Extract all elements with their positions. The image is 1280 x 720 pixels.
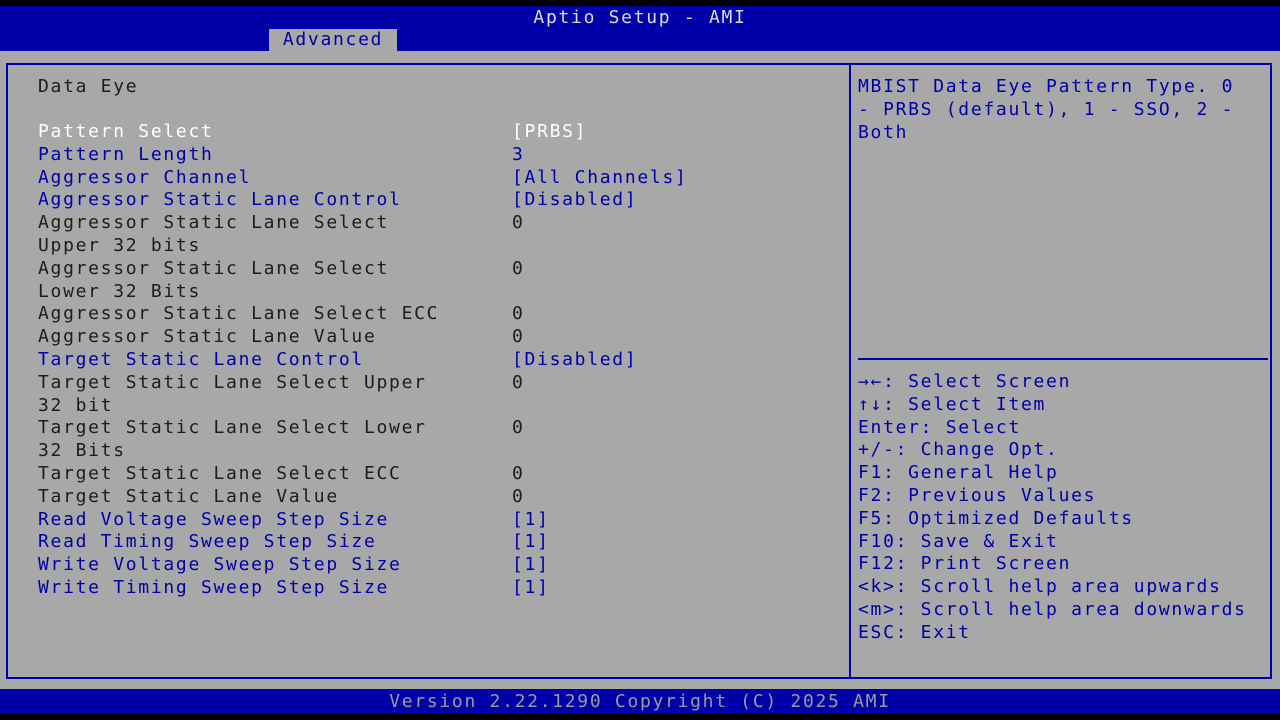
help-divider <box>858 358 1268 360</box>
setting-row: Aggressor Static Lane Value 0 <box>38 326 838 349</box>
panel-divider <box>849 63 851 679</box>
bottom-border <box>0 714 1280 720</box>
setting-row: Target Static Lane Select ECC 0 <box>38 463 838 486</box>
setting-label: Target Static Lane Select ECC <box>38 463 402 484</box>
setting-value[interactable]: [All Channels] <box>512 167 832 190</box>
setting-row[interactable]: Pattern Length 3 <box>38 144 838 167</box>
setting-row[interactable]: Write Timing Sweep Step Size [1] <box>38 577 838 600</box>
section-title: Data Eye <box>38 75 838 98</box>
key-legend: →←: Select Screen ↑↓: Select Item Enter: S… <box>858 371 1273 645</box>
key-hint: F5: Optimized Defaults <box>858 507 1134 529</box>
setting-label: Target Static Lane Select Lower 32 Bits <box>38 417 427 462</box>
setting-row: Aggressor Static Lane Select Upper 32 bi… <box>38 212 838 258</box>
setting-row: Aggressor Static Lane Select ECC 0 <box>38 303 838 326</box>
setting-label: Aggressor Static Lane Select Lower 32 Bi… <box>38 257 390 302</box>
help-description: MBIST Data Eye Pattern Type. 0 - PRBS (d… <box>858 76 1235 143</box>
setting-value: 0 <box>512 212 525 234</box>
key-hint: F2: Previous Values <box>858 484 1097 506</box>
key-hint: Enter: Select <box>858 416 1021 438</box>
main-panel: Data Eye Pattern Select [PRBS] Pattern Len… <box>0 51 1280 689</box>
setting-label: Target Static Lane Select Upper 32 bit <box>38 371 427 416</box>
setting-row: Target Static Lane Select Lower 32 Bits 0 <box>38 417 838 463</box>
setting-value: 0 <box>512 257 525 279</box>
setting-label: Aggressor Channel <box>38 166 252 188</box>
key-hint: +/-: Change Opt. <box>858 439 1059 461</box>
window-title: Aptio Setup - AMI <box>533 7 747 28</box>
setting-value[interactable]: [1] <box>512 509 832 532</box>
key-hint: F1: General Help <box>858 462 1059 484</box>
key-hint: ESC: Exit <box>858 621 971 643</box>
key-hint: F12: Print Screen <box>858 553 1072 575</box>
setting-label: Write Voltage Sweep Step Size <box>38 554 402 576</box>
header-bar: Aptio Setup - AMI Advanced <box>0 6 1280 51</box>
key-hint: <m>: Scroll help area downwards <box>858 598 1247 620</box>
footer-version: Version 2.22.1290 Copyright (C) 2025 AMI <box>0 689 1280 714</box>
setting-row[interactable]: Aggressor Channel [All Channels] <box>38 167 838 190</box>
setting-row[interactable]: Target Static Lane Control [Disabled] <box>38 349 838 372</box>
key-hint: F10: Save & Exit <box>858 530 1059 552</box>
setting-value[interactable]: [1] <box>512 531 832 554</box>
tab-advanced[interactable]: Advanced <box>269 29 397 51</box>
setting-label: Target Static Lane Value <box>38 485 339 507</box>
setting-value: 0 <box>512 303 525 325</box>
setting-row[interactable]: Read Voltage Sweep Step Size [1] <box>38 509 838 532</box>
setting-label: Aggressor Static Lane Value <box>38 326 377 348</box>
setting-row: Aggressor Static Lane Select Lower 32 Bi… <box>38 258 838 304</box>
setting-row[interactable]: Pattern Select [PRBS] <box>38 121 838 144</box>
key-hint: <k>: Scroll help area upwards <box>858 576 1222 598</box>
setting-label: Target Static Lane Control <box>38 349 364 370</box>
setting-value: 0 <box>512 326 525 348</box>
setting-value[interactable]: [Disabled] <box>512 189 832 212</box>
key-hint: ↑↓: Select Item <box>858 393 1047 415</box>
setting-value[interactable]: [PRBS] <box>512 121 832 144</box>
setting-label: Pattern Length <box>38 143 214 165</box>
setting-value: 0 <box>512 463 525 484</box>
setting-value: 0 <box>512 371 525 393</box>
setting-value: 0 <box>512 485 525 507</box>
setting-label: Aggressor Static Lane Select Upper 32 bi… <box>38 212 390 256</box>
setting-label: Aggressor Static Lane Control <box>38 189 402 211</box>
setting-value[interactable]: 3 <box>512 144 832 167</box>
setting-value[interactable]: [Disabled] <box>512 349 832 372</box>
setting-label: Read Timing Sweep Step Size <box>38 531 377 553</box>
setting-label: Read Voltage Sweep Step Size <box>38 508 390 530</box>
setting-row[interactable]: Write Voltage Sweep Step Size [1] <box>38 554 838 577</box>
setting-value[interactable]: [1] <box>512 577 832 600</box>
setting-row[interactable]: Aggressor Static Lane Control [Disabled] <box>38 189 838 212</box>
setting-label: Write Timing Sweep Step Size <box>38 577 390 598</box>
setting-label: Aggressor Static Lane Select ECC <box>38 303 440 325</box>
setting-value[interactable]: [1] <box>512 554 832 577</box>
section-title-label: Data Eye <box>38 76 139 97</box>
setting-row: Target Static Lane Select Upper 32 bit 0 <box>38 372 838 418</box>
setting-row: Target Static Lane Value 0 <box>38 486 838 509</box>
setting-value: 0 <box>512 417 525 439</box>
setting-row[interactable]: Read Timing Sweep Step Size [1] <box>38 531 838 554</box>
key-hint: →←: Select Screen <box>858 371 1072 392</box>
setting-label: Pattern Select <box>38 121 214 142</box>
